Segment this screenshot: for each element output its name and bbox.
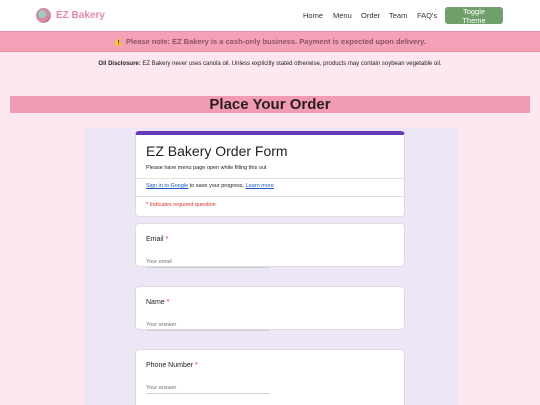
required-star: * (193, 362, 198, 369)
cash-only-notice: ⚠️ Please note: EZ Bakery is a cash-only… (0, 31, 540, 52)
form-description: Please have menu page open while filling… (146, 165, 267, 171)
page-title: Place Your Order (209, 96, 331, 113)
nav-link-team[interactable]: Team (389, 11, 407, 20)
learn-more-link[interactable]: Learn more (246, 183, 274, 189)
divider (136, 196, 404, 197)
question-label-name: Name * (146, 299, 169, 306)
question-title: Email (146, 236, 164, 243)
signin-line: Sign in to Google to save your progress.… (146, 183, 274, 189)
warning-icon: ⚠️ (114, 38, 123, 46)
signin-text: to save your progress. (188, 183, 246, 189)
required-star: * (164, 299, 170, 306)
notice-text: Please note: EZ Bakery is a cash-only bu… (125, 37, 426, 46)
nav-link-home[interactable]: Home (303, 11, 323, 20)
question-label-phone: Phone Number * (146, 362, 198, 369)
phone-number-input[interactable] (146, 383, 270, 394)
oil-disclosure-text: EZ Bakery never uses canola oil. Unless … (140, 61, 442, 67)
form-title: EZ Bakery Order Form (146, 143, 288, 159)
question-card-name: Name * (135, 286, 405, 331)
toggle-theme-button[interactable]: Toggle Theme (445, 7, 503, 25)
oil-disclosure: Oil Disclosure: EZ Bakery never uses can… (0, 61, 540, 67)
signin-link[interactable]: Sign in to Google (146, 183, 188, 189)
required-note: * Indicates required question (146, 202, 216, 208)
question-title: Name (146, 299, 165, 306)
oil-disclosure-label: Oil Disclosure: (98, 61, 141, 67)
name-input[interactable] (146, 320, 270, 331)
nav-link-menu[interactable]: Menu (333, 11, 352, 20)
question-label-email: Email * (146, 236, 168, 243)
brand-logo[interactable]: EZ Bakery (36, 8, 105, 23)
nav-link-order[interactable]: Order (361, 11, 380, 20)
required-star: * (163, 236, 169, 243)
question-card-phone: Phone Number * (135, 349, 405, 405)
question-title: Phone Number (146, 362, 194, 369)
top-navbar: EZ Bakery Home Menu Order Team FAQ's Tog… (0, 0, 540, 32)
question-card-email: Email * (135, 223, 405, 268)
email-input[interactable] (146, 257, 270, 268)
form-header-card: EZ Bakery Order Form Please have menu pa… (135, 131, 405, 217)
nav-link-faq[interactable]: FAQ's (417, 11, 437, 20)
divider (136, 178, 404, 179)
brand-name: EZ Bakery (56, 10, 105, 21)
bakery-logo-icon (36, 8, 51, 23)
page-heading-bar: Place Your Order (10, 96, 530, 113)
